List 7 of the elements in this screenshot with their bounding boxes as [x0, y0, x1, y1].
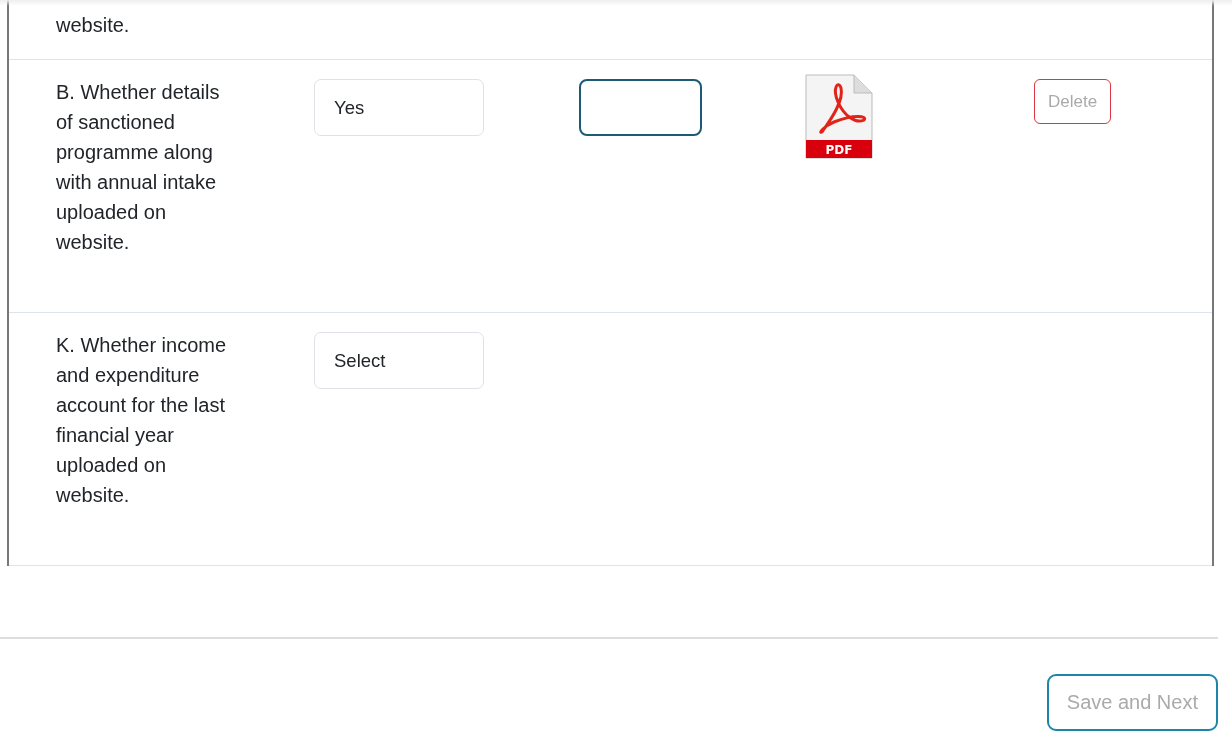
- question-text: website.: [56, 13, 131, 38]
- upload-field[interactable]: [579, 79, 702, 136]
- pdf-file-icon: PDF: [804, 74, 874, 160]
- answer-select[interactable]: Select: [314, 332, 484, 389]
- question-text: K. Whether income and expenditure account for the last financial year uploaded on website.: [56, 333, 228, 508]
- answer-select[interactable]: Yes: [314, 79, 484, 136]
- question-text: B. Whether details of sanctioned programme along with annual intake uploaded on website.: [56, 80, 221, 255]
